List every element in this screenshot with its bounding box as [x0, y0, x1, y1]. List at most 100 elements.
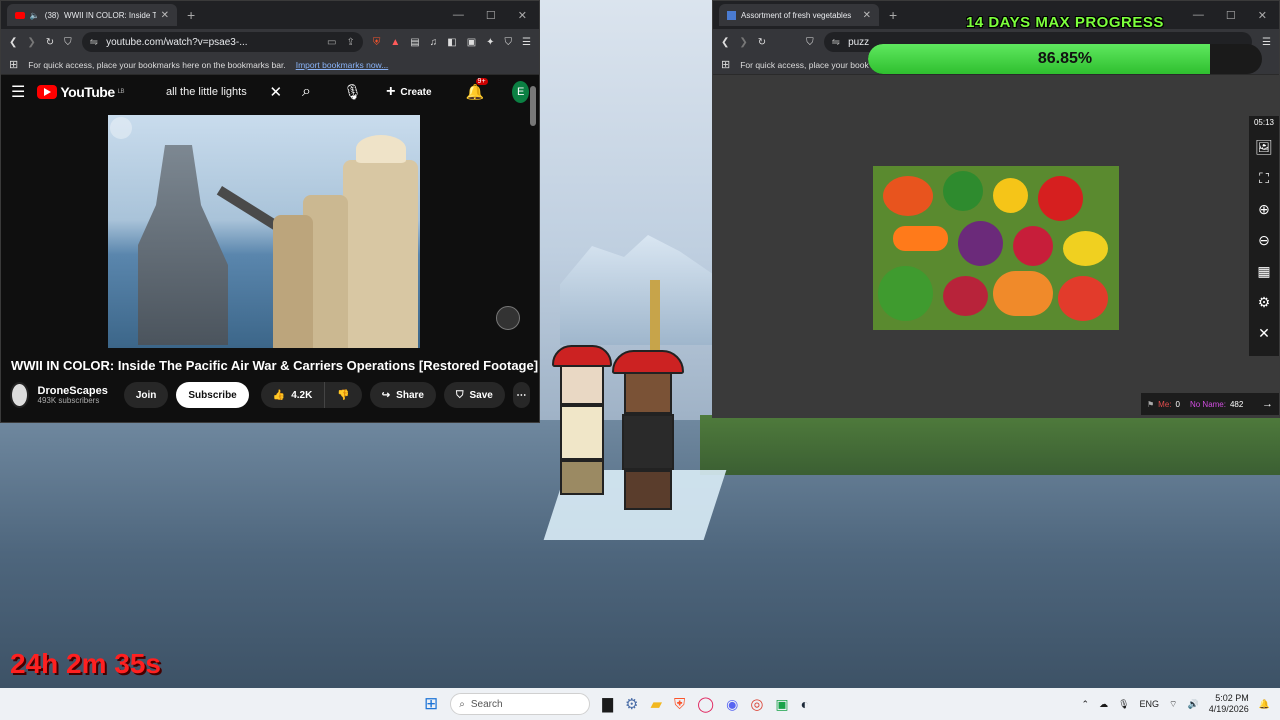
image-preview-icon[interactable]: 🖼 [1255, 139, 1273, 156]
settings-icon[interactable]: ⚙ [1258, 294, 1271, 311]
close-window-button[interactable]: ✕ [518, 9, 527, 22]
cloud-sync-icon[interactable]: ☁ [1099, 699, 1108, 710]
forward-icon[interactable]: ❯ [739, 37, 747, 48]
puzzle-piece[interactable] [958, 221, 1003, 266]
import-bookmarks-link[interactable]: Import bookmarks now... [296, 60, 389, 70]
menu-icon[interactable]: ☰ [1262, 37, 1271, 48]
tab-puzzle[interactable]: Assortment of fresh vegetables ✕ [719, 4, 879, 26]
reload-icon[interactable]: ↻ [758, 37, 766, 48]
puzzle-piece[interactable] [1063, 231, 1108, 266]
arrow-right-icon[interactable]: → [1262, 398, 1273, 410]
windows-start-icon[interactable]: ⊞ [424, 694, 438, 714]
back-icon[interactable]: ❮ [721, 37, 729, 48]
tab-close-icon[interactable]: ✕ [863, 10, 871, 21]
vpn-icon[interactable]: ⛉ [505, 37, 513, 48]
brave-shield-icon[interactable]: ⛨ [373, 37, 381, 48]
rewards-icon[interactable]: ▲ [390, 37, 400, 48]
join-button[interactable]: Join [123, 382, 169, 408]
mic-tray-icon[interactable]: 🎙 [1118, 699, 1129, 710]
zoom-out-icon[interactable]: ⊖ [1258, 232, 1270, 249]
video-player[interactable] [108, 115, 420, 348]
clock[interactable]: 5:02 PM 4/19/2026 [1209, 693, 1249, 715]
minimize-button[interactable]: — [453, 9, 464, 22]
discord-taskbar-icon[interactable]: ◉ [726, 696, 738, 713]
dislike-button[interactable]: 👎 [324, 382, 362, 408]
chrome-taskbar-icon[interactable]: ◎ [750, 695, 763, 713]
minimize-button[interactable]: — [1193, 9, 1204, 22]
video-channel-watermark-icon[interactable] [496, 306, 520, 330]
fullscreen-icon[interactable]: ⛶ [1259, 170, 1269, 187]
more-actions-button[interactable]: ⋯ [512, 382, 530, 408]
youtube-logo[interactable]: YouTube LB [37, 84, 125, 100]
tab-youtube[interactable]: 🔈 (38) WWII IN COLOR: Inside T ✕ [7, 4, 177, 26]
save-button[interactable]: ⛉ Save [443, 382, 505, 408]
mic-icon[interactable]: 🎙 [343, 83, 362, 101]
forward-icon[interactable]: ❯ [27, 37, 35, 48]
channel-avatar[interactable] [10, 382, 29, 408]
notifications-button[interactable]: 🔔 9+ [466, 78, 488, 101]
taskbar-search[interactable]: ⌕ Search [450, 693, 591, 715]
scrollbar[interactable] [530, 86, 536, 126]
wallet-icon[interactable]: ▣ [467, 37, 476, 48]
zoom-in-icon[interactable]: ⊕ [1258, 201, 1270, 218]
puzzle-piece[interactable] [993, 271, 1053, 316]
puzzle-piece[interactable] [943, 276, 988, 316]
puzzle-piece[interactable] [1038, 176, 1083, 221]
address-bar[interactable]: ⇋ youtube.com/watch?v=psae3-... ▭ ⇪ [81, 32, 363, 52]
bookmark-icon[interactable]: ⛉ [64, 37, 72, 48]
reload-icon[interactable]: ↻ [46, 37, 54, 48]
back-icon[interactable]: ❮ [9, 37, 17, 48]
puzzle-piece[interactable] [878, 266, 933, 321]
notifications-tray-icon[interactable]: 🔔 [1259, 699, 1270, 710]
puzzle-piece[interactable] [1013, 226, 1053, 266]
apps-icon[interactable]: ⊞ [9, 58, 18, 71]
search-icon[interactable]: ⌕ [302, 83, 311, 101]
new-tab-button[interactable]: + [187, 7, 195, 23]
folder-taskbar-icon[interactable]: ▰ [650, 695, 662, 713]
tray-chevron-icon[interactable]: ⌃ [1082, 699, 1090, 710]
puzzle-piece[interactable] [883, 176, 933, 216]
apps-icon[interactable]: ⊞ [721, 58, 730, 71]
wifi-icon[interactable]: ⌔ [1169, 699, 1177, 710]
settings-taskbar-icon[interactable]: ⚙ [625, 695, 638, 713]
close-window-button[interactable]: ✕ [1258, 9, 1267, 22]
steam-taskbar-icon[interactable]: ◐ [801, 696, 809, 712]
site-info-icon[interactable]: ⇋ [90, 37, 98, 48]
tab-close-icon[interactable]: ✕ [161, 10, 169, 21]
puzzle-piece[interactable] [893, 226, 948, 251]
new-tab-button[interactable]: + [889, 7, 897, 23]
like-button[interactable]: 👍 4.2K [260, 382, 325, 408]
bookmark-save-icon: ⛉ [455, 389, 464, 401]
bookmark-icon[interactable]: ⛉ [806, 37, 814, 48]
hamburger-menu-icon[interactable]: ☰ [11, 82, 25, 102]
extensions-icon[interactable]: ✦ [486, 37, 494, 48]
youtube-search-input[interactable]: all the little lights [166, 79, 257, 105]
menu-icon[interactable]: ☰ [522, 37, 531, 48]
clear-search-icon[interactable]: ✕ [269, 83, 282, 101]
maximize-button[interactable]: ☐ [486, 9, 496, 22]
app-taskbar-icon[interactable]: ▣ [775, 696, 788, 713]
site-info-icon[interactable]: ⇋ [832, 37, 840, 48]
panel-icon[interactable]: ◧ [447, 37, 456, 48]
language-indicator[interactable]: ENG [1140, 699, 1160, 709]
share-page-icon[interactable]: ⇪ [346, 37, 354, 48]
opera-taskbar-icon[interactable]: ◯ [697, 695, 714, 713]
grid-icon[interactable]: ▦ [1257, 263, 1270, 280]
puzzle-piece[interactable] [1058, 276, 1108, 321]
share-button[interactable]: ↪ Share [369, 382, 436, 408]
maximize-button[interactable]: ☐ [1226, 9, 1236, 22]
music-icon[interactable]: ♫ [430, 37, 438, 48]
create-button[interactable]: + Create [374, 79, 443, 105]
puzzle-piece[interactable] [993, 178, 1028, 213]
file-explorer-taskbar-icon[interactable]: ▇ [602, 696, 613, 713]
close-puzzle-icon[interactable]: ✕ [1258, 325, 1270, 342]
subscribe-button[interactable]: Subscribe [176, 382, 249, 408]
puzzle-board[interactable] [873, 166, 1119, 330]
brave-taskbar-icon[interactable]: ⛨ [674, 696, 685, 713]
volume-icon[interactable]: 🔊 [1188, 699, 1199, 710]
avatar[interactable]: E [512, 81, 529, 103]
sidebar-icon[interactable]: ▤ [410, 37, 419, 48]
puzzle-piece[interactable] [943, 171, 983, 211]
channel-name[interactable]: DroneScapes [38, 385, 108, 397]
cast-icon[interactable]: ▭ [327, 37, 336, 48]
